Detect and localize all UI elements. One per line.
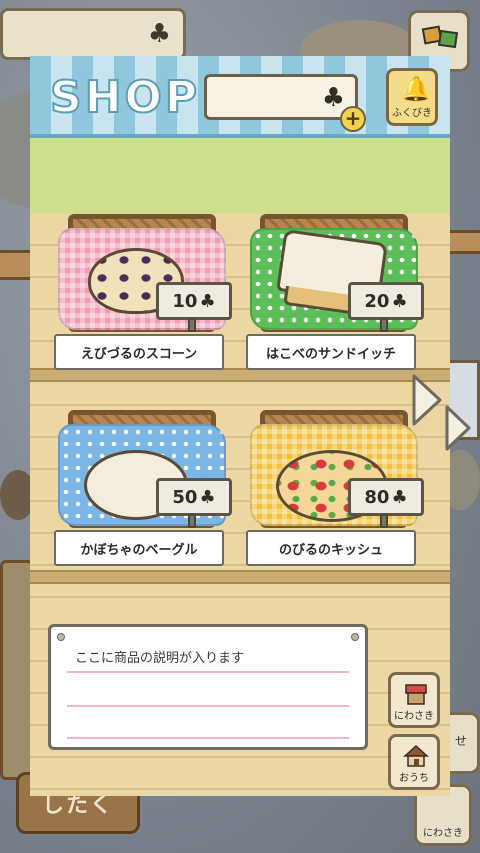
item-description-box: ここに商品の説明が入ります	[48, 624, 368, 750]
item-name-plate: のびるのキッシュ	[246, 530, 416, 566]
price-value: 50	[172, 486, 198, 508]
clover-icon: ♣	[391, 290, 408, 312]
ruled-line	[67, 705, 349, 707]
wall-green	[30, 138, 450, 214]
item-name-plate: はこべのサンドイッチ	[246, 334, 416, 370]
price-tag: 50 ♣	[156, 478, 232, 516]
bg-side-button-label: せ	[454, 734, 467, 748]
ruled-line	[67, 737, 349, 739]
pin-icon	[57, 633, 65, 641]
price-tag: 20 ♣	[348, 282, 424, 320]
ouchi-label: おうち	[399, 773, 429, 784]
clover-icon: ♣	[391, 486, 408, 508]
price-value: 20	[364, 290, 390, 312]
shop-item-sandwich[interactable]: 20 ♣ はこべのサンドイッチ	[246, 214, 426, 384]
tag-pin	[188, 318, 196, 332]
add-clover-button[interactable]: +	[340, 106, 366, 132]
item-name-plate: かぼちゃのベーグル	[54, 530, 224, 566]
chevron-right-icon	[444, 404, 472, 456]
clover-icon: ♣	[199, 486, 216, 508]
clover-balance-box: ♣	[204, 74, 358, 120]
chevron-right-icon	[412, 374, 442, 426]
house-icon	[403, 744, 429, 767]
clover-icon: ♣	[199, 290, 216, 312]
ruled-line	[67, 671, 349, 673]
clover-icon: ♣	[147, 19, 171, 49]
photo-icon	[437, 29, 459, 49]
shop-header: SHOP ♣ + 🔔 ふくびき	[30, 56, 450, 138]
bg-clover-counter: ♣	[0, 8, 186, 60]
fukubiki-label: ふくびき	[392, 108, 432, 119]
item-name-plate: えびづるのスコーン	[54, 334, 224, 370]
tag-pin	[380, 318, 388, 332]
item-name: のびるのキッシュ	[278, 542, 383, 558]
price-tag: 10 ♣	[156, 282, 232, 320]
shop-stall-icon	[405, 684, 427, 705]
wood-plank	[0, 560, 34, 780]
item-name: かぼちゃのベーグル	[80, 542, 198, 558]
item-name: はこべのサンドイッチ	[265, 346, 396, 362]
tag-pin	[188, 514, 196, 528]
pin-icon	[351, 633, 359, 641]
shop-title: SHOP	[49, 71, 201, 124]
shop-item-bagel[interactable]: 50 ♣ かぼちゃのベーグル	[54, 410, 234, 580]
niwasaki-label: にわさき	[394, 711, 434, 722]
shop-item-quiche[interactable]: 80 ♣ のびるのキッシュ	[246, 410, 426, 580]
bell-icon: 🔔	[401, 75, 431, 103]
tag-pin	[380, 514, 388, 528]
bg-niwasaki-label: にわさき	[423, 828, 463, 839]
next-page-arrow[interactable]	[410, 372, 444, 428]
item-name: えびづるのスコーン	[80, 346, 198, 362]
clover-icon: ♣	[321, 83, 345, 113]
fukubiki-button[interactable]: 🔔 ふくびき	[386, 68, 438, 126]
item-description-text: ここに商品の説明が入ります	[75, 651, 245, 666]
price-tag: 80 ♣	[348, 478, 424, 516]
niwasaki-button[interactable]: にわさき	[388, 672, 440, 728]
ouchi-button[interactable]: おうち	[388, 734, 440, 790]
shop-item-scone[interactable]: 10 ♣ えびづるのスコーン	[54, 214, 234, 384]
price-value: 10	[172, 290, 198, 312]
price-value: 80	[364, 486, 390, 508]
